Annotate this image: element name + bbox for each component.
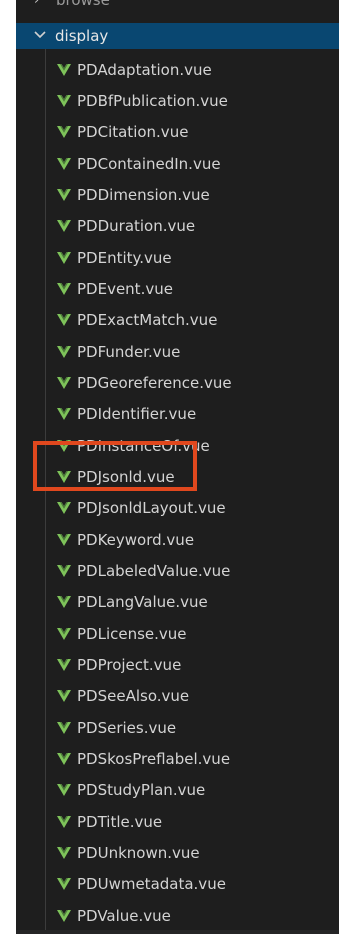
file-name: PDIdentifier.vue — [77, 405, 197, 424]
file-item[interactable]: PDFunder.vue — [16, 336, 339, 367]
file-name: PDStudyPlan.vue — [77, 781, 206, 800]
file-name: PDUnknown.vue — [77, 843, 200, 862]
file-name: PDJsonld.vue — [77, 467, 175, 486]
vue-icon — [57, 564, 71, 577]
file-item[interactable]: PDIdentifier.vue — [16, 399, 339, 430]
vue-icon — [57, 784, 71, 797]
vue-icon — [57, 658, 71, 671]
file-item[interactable]: PDSeeAlso.vue — [16, 681, 339, 712]
file-item[interactable]: PDSkosPreflabel.vue — [16, 743, 339, 774]
file-name: PDGeoreference.vue — [77, 373, 232, 392]
vue-icon — [57, 878, 71, 891]
file-name: PDContainedIn.vue — [77, 154, 221, 173]
file-item[interactable]: PDAdaptation.vue — [16, 54, 339, 85]
file-name: PDSeries.vue — [77, 718, 177, 737]
file-item[interactable]: PDLabeledValue.vue — [16, 555, 339, 586]
file-item[interactable]: PDProject.vue — [16, 649, 339, 680]
vue-icon — [57, 533, 71, 546]
file-item[interactable]: PDStudyPlan.vue — [16, 775, 339, 806]
file-item[interactable]: PDCitation.vue — [16, 117, 339, 148]
file-name: PDDuration.vue — [77, 217, 196, 236]
file-name: PDLabeledValue.vue — [77, 561, 231, 580]
file-item[interactable]: PDContainedIn.vue — [16, 148, 339, 179]
file-name: PDCitation.vue — [77, 123, 189, 142]
file-name: PDInstanceOf.vue — [77, 436, 210, 455]
file-item[interactable]: PDExactMatch.vue — [16, 305, 339, 336]
file-name: PDAdaptation.vue — [77, 60, 212, 79]
file-name: PDBfPublication.vue — [77, 91, 228, 110]
vue-icon — [57, 345, 71, 358]
file-item[interactable]: PDSeries.vue — [16, 712, 339, 743]
file-name: PDSkosPreflabel.vue — [77, 749, 231, 768]
file-name: PDEvent.vue — [77, 279, 173, 298]
vue-icon — [57, 752, 71, 765]
file-item[interactable]: PDTitle.vue — [16, 806, 339, 837]
file-item[interactable]: PDUwmetadata.vue — [16, 869, 339, 900]
file-name: PDValue.vue — [77, 906, 171, 925]
vue-icon — [57, 721, 71, 734]
file-item[interactable]: PDLicense.vue — [16, 618, 339, 649]
vue-icon — [57, 314, 71, 327]
vue-icon — [57, 94, 71, 107]
vue-icon — [57, 502, 71, 515]
vue-icon — [57, 126, 71, 139]
file-name: PDSeeAlso.vue — [77, 687, 190, 706]
vue-icon — [57, 282, 71, 295]
file-name: PDTitle.vue — [77, 812, 163, 831]
chevron-right-icon: › — [34, 0, 40, 8]
file-name: PDDimension.vue — [77, 185, 210, 204]
vue-icon — [57, 690, 71, 703]
file-item[interactable]: PDKeyword.vue — [16, 524, 339, 555]
file-name: PDLicense.vue — [77, 624, 187, 643]
folder-display[interactable]: display — [16, 23, 339, 49]
folder-label: display — [55, 27, 109, 45]
vue-icon — [57, 439, 71, 452]
file-item[interactable]: PDEntity.vue — [16, 242, 339, 273]
file-item[interactable]: PDDuration.vue — [16, 211, 339, 242]
file-item[interactable]: PDDimension.vue — [16, 179, 339, 210]
vue-icon — [57, 251, 71, 264]
vue-icon — [57, 376, 71, 389]
folder-label: browse — [56, 0, 110, 9]
vue-icon — [57, 408, 71, 421]
file-name: PDFunder.vue — [77, 342, 181, 361]
file-name: PDKeyword.vue — [77, 530, 195, 549]
file-item[interactable]: PDEvent.vue — [16, 273, 339, 304]
vue-icon — [57, 188, 71, 201]
vue-icon — [57, 815, 71, 828]
file-item[interactable]: PDValue.vue — [16, 900, 339, 931]
file-item[interactable]: PDJsonld.vue — [16, 461, 339, 492]
vue-icon — [57, 846, 71, 859]
file-list: PDAdaptation.vue PDBfPublication.vue PDCit… — [16, 54, 339, 931]
panel-bottom-edge — [16, 930, 339, 934]
file-name: PDEntity.vue — [77, 248, 172, 267]
chevron-down-icon — [33, 29, 49, 44]
file-name: PDProject.vue — [77, 655, 182, 674]
vue-icon — [57, 63, 71, 76]
vue-icon — [57, 909, 71, 922]
file-item[interactable]: PDBfPublication.vue — [16, 85, 339, 116]
vue-icon — [57, 627, 71, 640]
file-item[interactable]: PDGeoreference.vue — [16, 367, 339, 398]
vue-icon — [57, 470, 71, 483]
vue-icon — [57, 157, 71, 170]
file-explorer-tree: › browse display PDAdaptation.vue PDBfPub… — [16, 0, 339, 934]
vue-icon — [57, 596, 71, 609]
file-name: PDExactMatch.vue — [77, 311, 218, 330]
file-item[interactable]: PDJsonldLayout.vue — [16, 493, 339, 524]
vue-icon — [57, 220, 71, 233]
file-item[interactable]: PDUnknown.vue — [16, 837, 339, 868]
file-item[interactable]: PDInstanceOf.vue — [16, 430, 339, 461]
folder-browse[interactable]: › browse — [16, 0, 339, 13]
file-name: PDLangValue.vue — [77, 593, 208, 612]
file-name: PDUwmetadata.vue — [77, 875, 226, 894]
file-item[interactable]: PDLangValue.vue — [16, 587, 339, 618]
file-name: PDJsonldLayout.vue — [77, 499, 226, 518]
